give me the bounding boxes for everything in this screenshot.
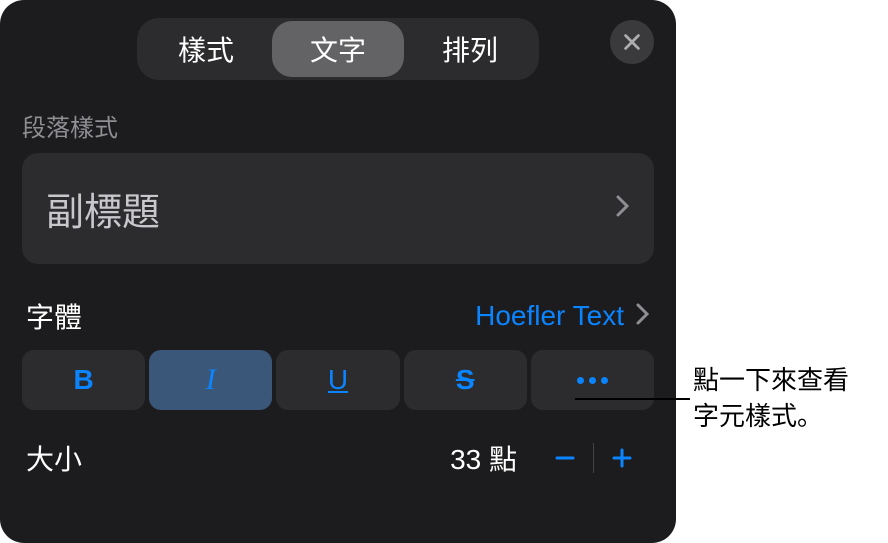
tabs-row: 樣式 文字 排列	[22, 18, 654, 80]
strikethrough-icon: S	[456, 364, 475, 396]
format-buttons: B I U S	[22, 350, 654, 410]
font-selector[interactable]: Hoefler Text	[475, 300, 650, 332]
close-icon	[621, 31, 643, 53]
font-value: Hoefler Text	[475, 300, 624, 332]
tab-arrange[interactable]: 排列	[404, 21, 536, 77]
plus-icon	[610, 446, 634, 470]
size-increase-button[interactable]	[594, 436, 650, 480]
paragraph-style-selector[interactable]: 副標題	[22, 153, 654, 264]
size-stepper	[537, 436, 650, 480]
callout-line2: 字元樣式。	[693, 398, 849, 434]
more-icon	[577, 377, 608, 384]
more-options-button[interactable]	[531, 350, 654, 410]
bold-button[interactable]: B	[22, 350, 145, 410]
italic-button[interactable]: I	[149, 350, 272, 410]
tab-style[interactable]: 樣式	[140, 21, 272, 77]
minus-icon	[553, 446, 577, 470]
paragraph-style-label: 段落樣式	[22, 108, 654, 143]
size-row: 大小 33 點	[22, 436, 654, 480]
size-label: 大小	[26, 438, 82, 478]
strikethrough-button[interactable]: S	[404, 350, 527, 410]
tab-text[interactable]: 文字	[272, 21, 404, 77]
chevron-right-icon	[616, 195, 630, 222]
callout-line1: 點一下來查看	[693, 362, 849, 398]
size-value: 33 點	[450, 438, 517, 478]
size-decrease-button[interactable]	[537, 436, 593, 480]
paragraph-style-value: 副標題	[46, 181, 160, 236]
size-controls: 33 點	[450, 436, 650, 480]
callout-text: 點一下來查看 字元樣式。	[693, 362, 849, 435]
underline-icon: U	[328, 364, 348, 396]
callout-line	[575, 398, 690, 400]
font-label: 字體	[26, 296, 82, 336]
close-button[interactable]	[610, 20, 654, 64]
bold-icon: B	[73, 364, 93, 396]
italic-icon: I	[206, 363, 216, 397]
underline-button[interactable]: U	[276, 350, 399, 410]
chevron-right-icon	[636, 303, 650, 330]
font-row: 字體 Hoefler Text	[22, 296, 654, 336]
format-panel: 樣式 文字 排列 段落樣式 副標題 字體 Hoefler Text	[0, 0, 676, 543]
segmented-control: 樣式 文字 排列	[137, 18, 539, 80]
